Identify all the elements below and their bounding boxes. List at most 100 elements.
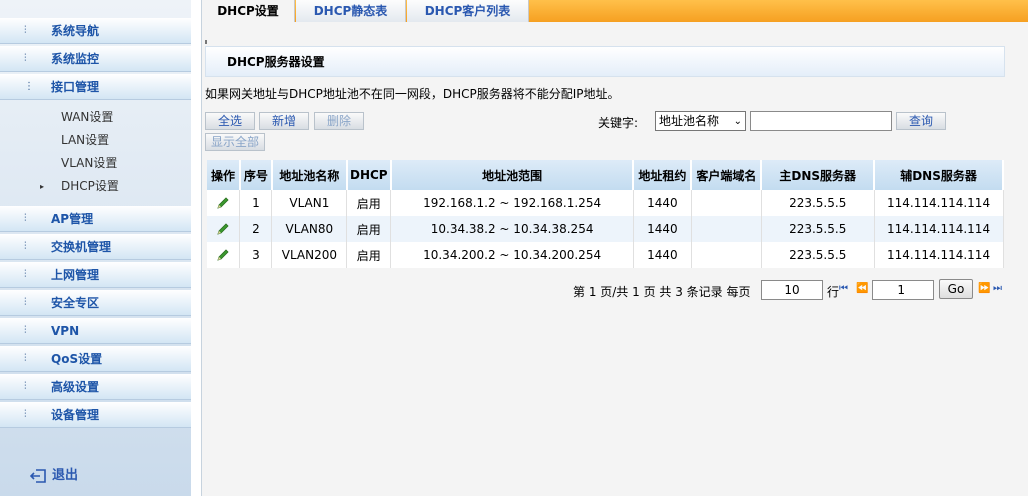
corner-mark bbox=[205, 40, 207, 44]
cell-pool-range: 10.34.38.2 ~ 10.34.38.254 bbox=[390, 216, 634, 242]
cell-pool-range: 10.34.200.2 ~ 10.34.200.254 bbox=[390, 242, 634, 268]
tab-dhcp-clients[interactable]: DHCP客户列表 bbox=[407, 0, 529, 22]
logout-label: 退出 bbox=[52, 468, 79, 483]
col-index: 序号 bbox=[239, 160, 273, 190]
col-lease: 地址租约 bbox=[633, 160, 693, 190]
last-page-icon[interactable]: ⏭ bbox=[993, 283, 1002, 294]
tab-dhcp-settings[interactable]: DHCP设置 bbox=[202, 0, 295, 22]
show-all-button[interactable]: 显示全部 bbox=[205, 133, 265, 151]
cell-secondary-dns: 114.114.114.114 bbox=[874, 242, 1004, 268]
sidebar-subitem-3[interactable]: ▸ DHCP设置 bbox=[0, 175, 191, 198]
first-page-icon[interactable]: ⏮ bbox=[839, 283, 848, 294]
sidebar-item-bottom-1[interactable]: ⫶ 交换机管理 bbox=[0, 234, 191, 260]
cell-primary-dns: 223.5.5.5 bbox=[761, 190, 875, 216]
sidebar-item-label: 系统导航 bbox=[51, 24, 100, 38]
menu-bullet-icon: ⫶ bbox=[24, 409, 27, 420]
sidebar-item-label: 设备管理 bbox=[51, 408, 100, 422]
sidebar-item-label: AP管理 bbox=[51, 212, 94, 226]
cell-action bbox=[207, 216, 241, 242]
per-page-input[interactable]: 10 bbox=[761, 280, 823, 300]
cell-dhcp: 启用 bbox=[346, 242, 392, 268]
page-number-input[interactable]: 1 bbox=[872, 280, 934, 300]
menu-bullet-icon: ⫶ bbox=[24, 325, 27, 336]
sidebar-item-bottom-3[interactable]: ⫶ 安全专区 bbox=[0, 290, 191, 316]
pager-summary: 第 1 页/共 1 页 共 3 条记录 每页 bbox=[573, 285, 751, 299]
table-row: 1 VLAN1 启用 192.168.1.2 ~ 192.168.1.254 1440 2… bbox=[207, 190, 1004, 216]
col-primary-dns: 主DNS服务器 bbox=[761, 160, 876, 190]
col-pool-name: 地址池名称 bbox=[271, 160, 348, 190]
cell-secondary-dns: 114.114.114.114 bbox=[874, 216, 1004, 242]
col-action: 操作 bbox=[207, 160, 241, 190]
keyword-label: 关键字: bbox=[598, 116, 639, 130]
keyword-select-value: 地址池名称 bbox=[659, 114, 720, 128]
add-button[interactable]: 新增 bbox=[259, 112, 309, 130]
delete-button[interactable]: 删除 bbox=[314, 112, 364, 130]
notice-text: 如果网关地址与DHCP地址池不在同一网段，DHCP服务器将不能分配IP地址。 bbox=[205, 87, 620, 101]
cell-client-domain bbox=[691, 216, 762, 242]
sidebar-item-label: 系统监控 bbox=[51, 52, 100, 66]
cell-lease: 1440 bbox=[633, 216, 692, 242]
cell-primary-dns: 223.5.5.5 bbox=[761, 216, 875, 242]
sidebar-item-label: 高级设置 bbox=[51, 380, 100, 394]
edit-pencil-icon[interactable] bbox=[216, 196, 230, 210]
cell-secondary-dns: 114.114.114.114 bbox=[874, 190, 1004, 216]
sidebar-item-bottom-2[interactable]: ⫶ 上网管理 bbox=[0, 262, 191, 288]
sidebar-subitem-0[interactable]: WAN设置 bbox=[0, 106, 191, 129]
search-button[interactable]: 查询 bbox=[896, 112, 946, 130]
sidebar-subitem-label: VLAN设置 bbox=[61, 156, 118, 170]
next-page-icon[interactable]: ⏩ bbox=[978, 283, 990, 294]
sidebar-top-spacer bbox=[0, 0, 191, 18]
col-pool-range: 地址池范围 bbox=[390, 160, 635, 190]
col-dhcp: DHCP bbox=[346, 160, 392, 190]
edit-pencil-icon[interactable] bbox=[216, 222, 230, 236]
prev-page-icon[interactable]: ⏪ bbox=[856, 283, 868, 294]
cell-index: 1 bbox=[239, 190, 273, 216]
cell-client-domain bbox=[691, 190, 762, 216]
sidebar-item-top-0[interactable]: ⫶ 系统导航 bbox=[0, 18, 191, 44]
keyword-input[interactable] bbox=[750, 111, 892, 131]
tab-dhcp-static[interactable]: DHCP静态表 bbox=[296, 0, 406, 22]
sidebar-item-label: 交换机管理 bbox=[51, 240, 112, 254]
menu-bullet-icon: ⫶ bbox=[24, 241, 27, 252]
dhcp-pool-table: 操作 序号 地址池名称 DHCP 地址池范围 地址租约 客户端域名 主DNS服务… bbox=[207, 160, 1004, 268]
sidebar-subitem-1[interactable]: LAN设置 bbox=[0, 129, 191, 152]
edit-pencil-icon[interactable] bbox=[216, 248, 230, 262]
sidebar-item-label: 安全专区 bbox=[51, 296, 100, 310]
cell-dhcp: 启用 bbox=[346, 190, 392, 216]
cell-dhcp: 启用 bbox=[346, 216, 392, 242]
menu-bullet-icon: ⫶ bbox=[24, 213, 27, 224]
interface-submenu: WAN设置 LAN设置 VLAN设置 ▸ DHCP设置 bbox=[0, 102, 191, 206]
menu-bullet-icon: ⫶ bbox=[24, 53, 27, 64]
sidebar-item-bottom-5[interactable]: ⫶ QoS设置 bbox=[0, 346, 191, 372]
current-page-marker-icon: ▸ bbox=[40, 182, 45, 191]
sidebar-item-top-2[interactable]: ⋮ 接口管理 bbox=[0, 74, 191, 100]
menu-bullet-icon: ⫶ bbox=[24, 353, 27, 364]
select-all-button[interactable]: 全选 bbox=[205, 112, 255, 130]
sidebar-item-label: 上网管理 bbox=[51, 268, 100, 282]
cell-lease: 1440 bbox=[633, 242, 692, 268]
col-secondary-dns: 辅DNS服务器 bbox=[874, 160, 1004, 190]
cell-primary-dns: 223.5.5.5 bbox=[761, 242, 875, 268]
tab-bar: DHCP设置 DHCP静态表 DHCP客户列表 bbox=[202, 0, 1028, 22]
chevron-down-icon: ⌄ bbox=[733, 116, 742, 127]
cell-index: 3 bbox=[239, 242, 273, 268]
menu-bullet-icon: ⫶ bbox=[24, 381, 27, 392]
cell-action bbox=[207, 190, 241, 216]
logout-button[interactable]: 退出 bbox=[30, 464, 78, 484]
sidebar-item-top-1[interactable]: ⫶ 系统监控 bbox=[0, 46, 191, 72]
keyword-select[interactable]: 地址池名称 ⌄ bbox=[655, 111, 746, 131]
sidebar-item-bottom-7[interactable]: ⫶ 设备管理 bbox=[0, 402, 191, 428]
go-button[interactable]: Go bbox=[939, 279, 973, 299]
table-row: 2 VLAN80 启用 10.34.38.2 ~ 10.34.38.254 1440 22… bbox=[207, 216, 1004, 242]
menu-bullet-icon: ⫶ bbox=[24, 269, 27, 280]
cell-index: 2 bbox=[239, 216, 273, 242]
sidebar-item-bottom-4[interactable]: ⫶ VPN bbox=[0, 318, 191, 344]
sidebar-item-label: QoS设置 bbox=[51, 352, 103, 366]
sidebar-item-label: 接口管理 bbox=[51, 80, 100, 94]
table-row: 3 VLAN200 启用 10.34.200.2 ~ 10.34.200.254 144… bbox=[207, 242, 1004, 268]
sidebar-subitem-2[interactable]: VLAN设置 bbox=[0, 152, 191, 175]
sidebar-item-bottom-0[interactable]: ⫶ AP管理 bbox=[0, 206, 191, 232]
sidebar-item-label: VPN bbox=[51, 324, 80, 338]
sidebar-item-bottom-6[interactable]: ⫶ 高级设置 bbox=[0, 374, 191, 400]
cell-pool-name: VLAN80 bbox=[271, 216, 348, 242]
